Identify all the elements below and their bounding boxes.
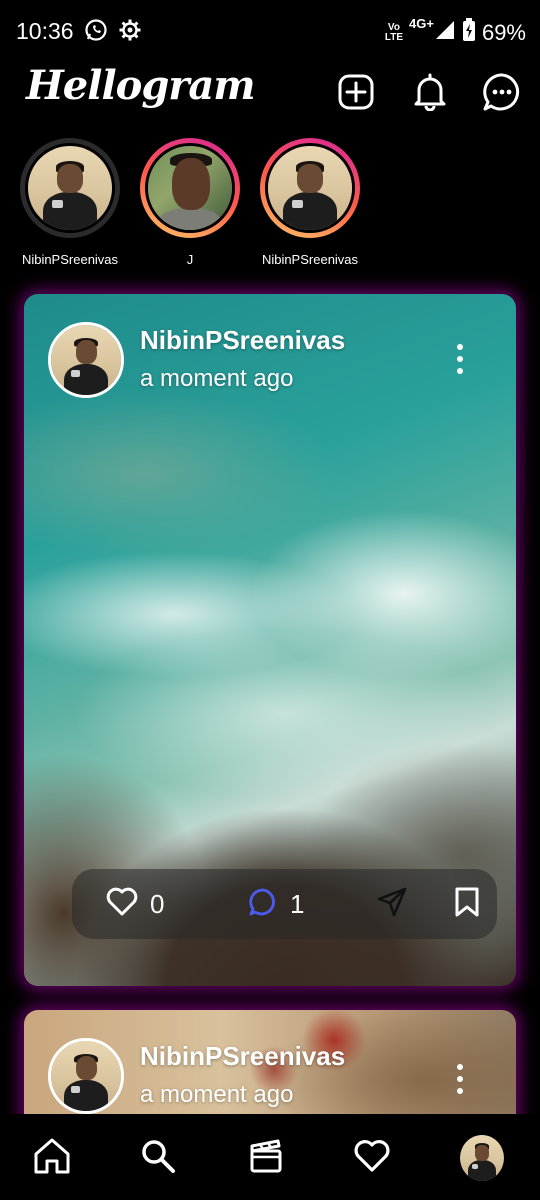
network-type: 4G+ [409, 16, 456, 46]
battery-percent: 69% [481, 19, 526, 45]
post-author[interactable]: NibinPSreenivas [140, 1040, 345, 1072]
story-item[interactable]: NibinPSreenivas [10, 138, 130, 267]
story-ring [260, 138, 360, 238]
story-ring [20, 138, 120, 238]
volte-icon: Vo LTE [384, 21, 404, 43]
volte-top-label: Vo [387, 21, 400, 33]
home-icon [32, 1136, 72, 1181]
comment-count: 1 [290, 888, 305, 919]
notifications-button[interactable] [410, 73, 450, 116]
story-item[interactable]: NibinPSreenivas [250, 138, 370, 267]
story-item[interactable]: J [130, 138, 250, 267]
save-button[interactable] [454, 869, 480, 939]
activity-heart-icon [353, 1139, 391, 1178]
status-time: 10:36 [16, 18, 74, 44]
nav-profile[interactable] [460, 1135, 504, 1181]
search-icon [139, 1137, 177, 1180]
author-avatar[interactable] [48, 322, 124, 398]
post-timestamp: a moment ago [140, 1081, 294, 1108]
bottom-navigation [0, 1114, 540, 1200]
more-options-icon[interactable] [454, 1064, 466, 1094]
story-username: NibinPSreenivas [261, 252, 359, 267]
status-bar: 10:36 Vo LTE 4G+ 69% [0, 0, 540, 62]
nav-search[interactable] [136, 1136, 180, 1180]
story-ring [140, 138, 240, 238]
messages-button[interactable] [482, 72, 522, 117]
like-button[interactable]: 0 [106, 869, 164, 939]
add-post-icon [337, 73, 375, 116]
post-header: NibinPSreenivas a moment ago [48, 1038, 345, 1114]
stories-row: NibinPSreenivas J NibinPSreenivas [0, 138, 540, 278]
post-header: NibinPSreenivas a moment ago [48, 322, 345, 398]
post-author[interactable]: NibinPSreenivas [140, 324, 345, 356]
comment-icon [248, 887, 278, 922]
nav-activity[interactable] [350, 1136, 394, 1180]
bookmark-icon [454, 886, 480, 923]
post-action-bar: 0 1 [72, 869, 497, 939]
post-meta: NibinPSreenivas a moment ago [140, 1040, 345, 1112]
story-username: J [186, 252, 194, 267]
author-avatar[interactable] [48, 1038, 124, 1114]
send-icon [376, 886, 408, 923]
whatsapp-icon [84, 18, 108, 47]
signal-icon [434, 19, 456, 46]
comment-button[interactable]: 1 [248, 869, 304, 939]
messages-icon [482, 72, 522, 117]
story-avatar [25, 143, 115, 233]
nav-home[interactable] [30, 1136, 74, 1180]
post-meta: NibinPSreenivas a moment ago [140, 324, 345, 396]
add-post-button[interactable] [336, 74, 376, 114]
heart-icon [106, 887, 138, 922]
story-avatar [265, 143, 355, 233]
app-logo: Hellogram [26, 62, 256, 109]
nav-reels[interactable] [244, 1136, 288, 1180]
profile-avatar [460, 1135, 504, 1181]
notifications-bell-icon [412, 73, 448, 116]
volte-bottom-label: LTE [384, 31, 404, 43]
status-right-icons: Vo LTE 4G+ 69% [384, 16, 526, 47]
story-avatar [145, 143, 235, 233]
more-options-icon[interactable] [454, 344, 466, 374]
status-left-icons [84, 18, 142, 47]
share-button[interactable] [376, 869, 408, 939]
post-card: NibinPSreenivas a moment ago 0 1 [24, 294, 516, 986]
story-username: NibinPSreenivas [21, 252, 119, 267]
like-count: 0 [150, 888, 165, 919]
network-type-label: 4G+ [409, 16, 434, 31]
post-timestamp: a moment ago [140, 365, 294, 392]
settings-icon [118, 18, 142, 47]
reels-icon [248, 1138, 284, 1179]
battery-icon [462, 18, 476, 47]
app-bar: Hellogram [0, 62, 540, 126]
